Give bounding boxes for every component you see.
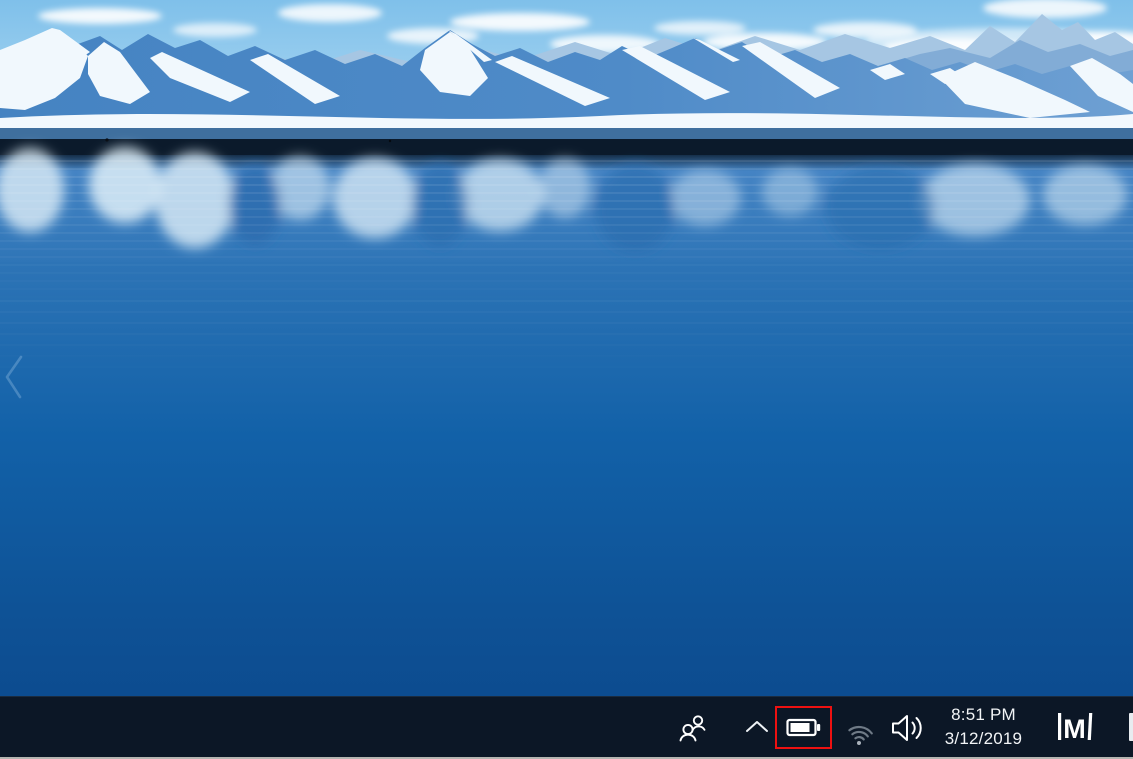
partial-tray-icon[interactable] (1129, 713, 1133, 741)
desktop: * 8:51 PM 3/12/2019 M (0, 0, 1133, 759)
battery-icon[interactable] (786, 717, 822, 739)
svg-text:M: M (1063, 714, 1086, 743)
m-logo-icon[interactable]: M (1055, 711, 1095, 743)
clock-date: 3/12/2019 (933, 727, 1034, 751)
show-hidden-icons-chevron[interactable] (744, 719, 770, 735)
chevron-left-icon (2, 352, 28, 402)
volume-icon[interactable] (889, 712, 927, 744)
wallpaper-image (0, 0, 1133, 759)
taskbar: * 8:51 PM 3/12/2019 M (0, 696, 1133, 759)
taskbar-clock[interactable]: 8:51 PM 3/12/2019 (933, 703, 1034, 751)
people-icon[interactable] (677, 713, 709, 745)
network-wifi-icon[interactable] (842, 721, 878, 747)
clock-time: 8:51 PM (933, 703, 1034, 727)
